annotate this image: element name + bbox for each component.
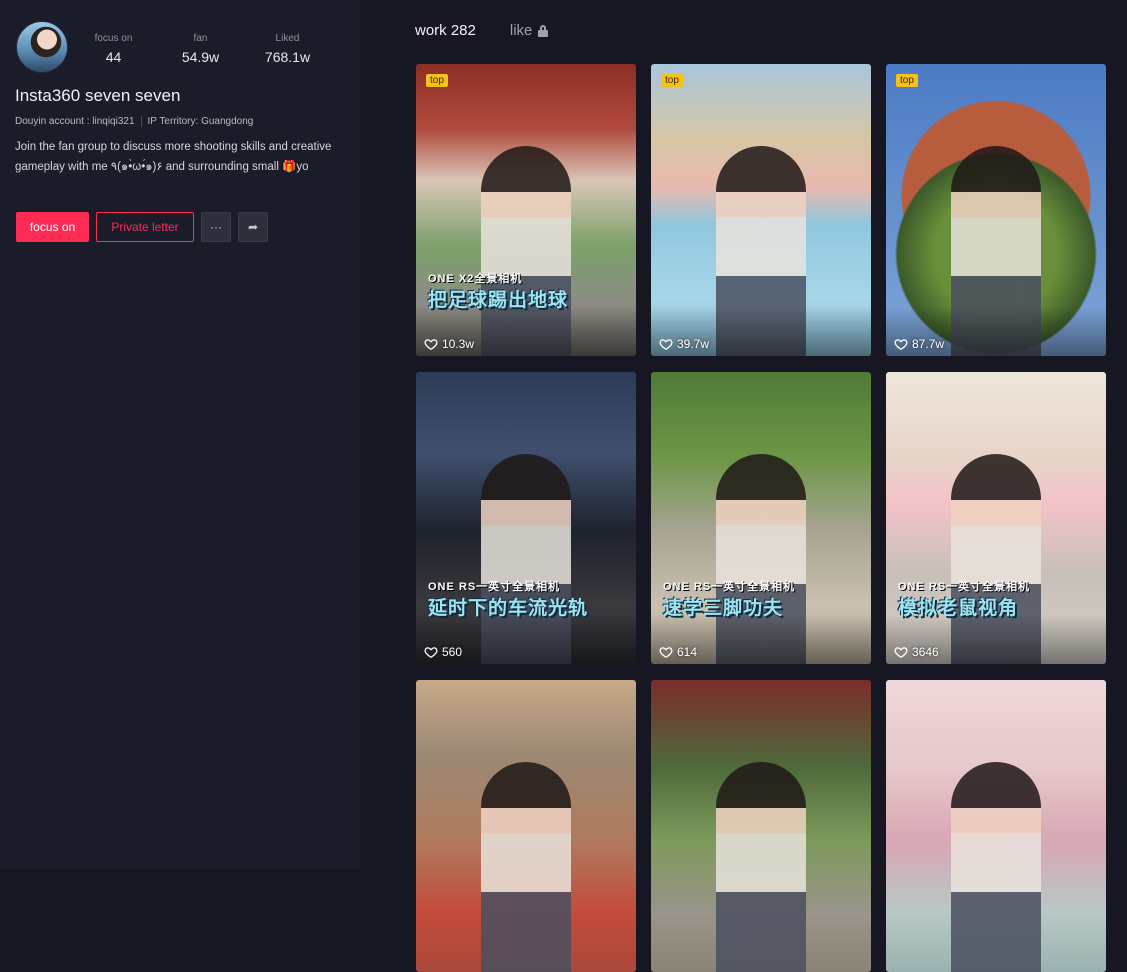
tab-like-label: like	[509, 22, 533, 39]
heart-icon	[424, 647, 438, 659]
profile-meta: Douyin account : linqiqi321 IP Territory…	[15, 116, 253, 127]
private-message-button[interactable]: Private letter	[96, 212, 194, 242]
like-count-value: 39.7w	[677, 337, 710, 351]
like-count: 10.3w	[424, 337, 474, 351]
stat-focus[interactable]: focus on 44	[70, 32, 157, 67]
like-count-value: 560	[442, 645, 463, 659]
video-thumbnail	[716, 762, 806, 972]
heart-icon	[659, 647, 673, 659]
video-caption-title: 把足球踢出地球	[428, 290, 569, 311]
stat-label: fan	[193, 33, 208, 44]
like-count-value: 614	[677, 645, 698, 659]
more-options-button[interactable]: ···	[201, 212, 231, 242]
video-card[interactable]	[651, 680, 871, 972]
video-caption-title: 速学三脚功夫	[663, 598, 784, 619]
stat-value: 768.1w	[264, 49, 311, 65]
like-count-value: 10.3w	[442, 337, 475, 351]
profile-name: Insta360 seven seven	[15, 86, 181, 105]
video-caption-title: 延时下的车流光轨	[428, 598, 589, 619]
content-tabs: work 282 like	[415, 22, 549, 39]
like-count-value: 3646	[912, 645, 939, 659]
works-grid: top ONE X2全景相机把足球踢出地球 10.3w top 39.7w top 87.7…	[416, 64, 1106, 972]
stat-value: 54.9w	[181, 49, 220, 65]
lock-icon	[538, 24, 549, 37]
stat-value: 44	[105, 49, 122, 65]
video-caption-small: ONE RS一英寸全景相机	[898, 581, 1031, 593]
like-count-value: 87.7w	[912, 337, 945, 351]
video-thumbnail	[481, 762, 571, 972]
video-caption-small: ONE RS一英寸全景相机	[428, 581, 561, 593]
video-card[interactable]: ONE RS一英寸全景相机延时下的车流光轨 560	[416, 372, 636, 664]
works-panel: work 282 like top ONE X2全景相机 把足球踢出地球 10.3w t…	[360, 0, 1127, 972]
video-caption-small: ONE X2全景相机	[428, 273, 523, 285]
like-count: 39.7w	[659, 337, 709, 351]
heart-icon	[424, 339, 438, 351]
avatar[interactable]	[16, 21, 68, 73]
profile-actions: focus on Private letter ··· ➦	[16, 212, 268, 242]
share-button[interactable]: ➦	[238, 212, 268, 242]
video-card[interactable]	[416, 680, 636, 972]
video-caption-small: ONE RS一英寸全景相机	[663, 581, 796, 593]
heart-icon	[894, 339, 908, 351]
heart-icon	[894, 647, 908, 659]
account-id: Douyin account : linqiqi321	[15, 116, 135, 127]
heart-icon	[659, 339, 673, 351]
profile-stats: focus on 44 fan 54.9w Liked 768.1w	[70, 32, 331, 67]
stat-label: Liked	[275, 33, 300, 44]
stat-label: focus on	[94, 33, 133, 44]
like-count: 614	[659, 645, 697, 659]
tab-like[interactable]: like	[510, 22, 549, 39]
profile-sidebar: focus on 44 fan 54.9w Liked 768.1w Insta…	[0, 0, 360, 869]
pinned-badge: top	[661, 74, 683, 87]
pinned-badge: top	[896, 74, 918, 87]
video-card[interactable]: top 39.7w	[651, 64, 871, 356]
stat-fans[interactable]: fan 54.9w	[157, 32, 244, 67]
video-card[interactable]: top 87.7w	[886, 64, 1106, 356]
pinned-badge: top	[426, 74, 448, 87]
stat-liked: Liked 768.1w	[244, 32, 331, 67]
like-count: 87.7w	[894, 337, 944, 351]
meta-divider	[140, 116, 142, 127]
like-count: 3646	[894, 645, 939, 659]
video-card[interactable]: top ONE X2全景相机把足球踢出地球 10.3w	[416, 64, 636, 356]
video-card[interactable]	[886, 680, 1106, 972]
video-caption-title: 模拟老鼠视角	[898, 598, 1019, 619]
video-card[interactable]: ONE RS一英寸全景相机速学三脚功夫 614	[651, 372, 871, 664]
video-thumbnail	[951, 762, 1041, 972]
profile-bio: Join the fan group to discuss more shoot…	[15, 141, 332, 173]
video-card[interactable]: ONE RS一英寸全景相机模拟老鼠视角 3646	[886, 372, 1106, 664]
tab-works[interactable]: work 282	[415, 22, 476, 39]
like-count: 560	[424, 645, 462, 659]
follow-button[interactable]: focus on	[16, 212, 89, 242]
ip-territory: IP Territory: Guangdong	[147, 116, 254, 127]
